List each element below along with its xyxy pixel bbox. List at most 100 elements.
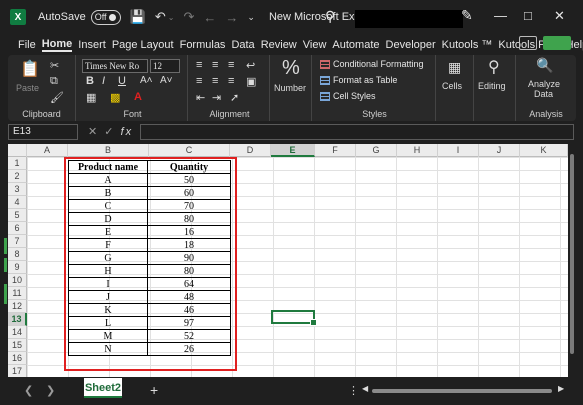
- sheet-tab-active[interactable]: Sheet2: [84, 378, 122, 398]
- tab-formulas[interactable]: Formulas: [180, 39, 226, 51]
- fx-icon[interactable]: fx: [121, 126, 134, 138]
- row-header[interactable]: 2: [8, 170, 27, 183]
- row-header[interactable]: 1: [8, 157, 27, 170]
- column-header[interactable]: F: [315, 144, 356, 157]
- align-center-icon[interactable]: ≡: [212, 75, 218, 87]
- undo-icon[interactable]: ↶: [155, 9, 166, 25]
- percent-icon[interactable]: %: [282, 57, 300, 80]
- scroll-right-icon[interactable]: ▶: [558, 384, 564, 393]
- number-label[interactable]: Number: [274, 83, 306, 93]
- column-header[interactable]: D: [230, 144, 271, 157]
- align-left-icon[interactable]: ≡: [196, 75, 202, 87]
- column-header[interactable]: I: [438, 144, 479, 157]
- redo-icon[interactable]: ↷: [184, 9, 195, 25]
- row-header[interactable]: 8: [8, 248, 27, 261]
- vertical-scrollbar[interactable]: [568, 144, 576, 377]
- align-right-icon[interactable]: ≡: [228, 75, 234, 87]
- maximize-icon[interactable]: □: [524, 8, 532, 23]
- editing-label[interactable]: Editing: [478, 81, 506, 91]
- row-header[interactable]: 17: [8, 365, 27, 377]
- row-header[interactable]: 5: [8, 209, 27, 222]
- increase-indent-icon[interactable]: ⇥: [212, 91, 221, 104]
- column-header[interactable]: J: [479, 144, 520, 157]
- tab-insert[interactable]: Insert: [78, 39, 106, 51]
- horizontal-scrollbar[interactable]: ◀ ▶: [362, 384, 567, 395]
- cells-label[interactable]: Cells: [442, 81, 462, 91]
- row-header[interactable]: 14: [8, 326, 27, 339]
- select-all-corner[interactable]: [8, 144, 27, 157]
- font-size-select[interactable]: 12: [150, 59, 180, 73]
- conditional-formatting-button[interactable]: Conditional Formatting: [320, 59, 424, 69]
- align-middle-icon[interactable]: ≡: [212, 59, 218, 71]
- enter-icon[interactable]: ✓: [104, 126, 115, 138]
- wrap-text-icon[interactable]: ↩: [246, 59, 255, 72]
- row-header[interactable]: 7: [8, 235, 27, 248]
- horizontal-scroll-thumb[interactable]: [372, 389, 552, 393]
- bold-button[interactable]: B: [86, 75, 94, 87]
- font-name-select[interactable]: Times New Ro: [82, 59, 148, 73]
- paste-icon[interactable]: 📋: [20, 59, 40, 79]
- tab-view[interactable]: View: [303, 39, 327, 51]
- column-header-selected[interactable]: E: [271, 144, 315, 157]
- row-header-selected[interactable]: 13: [8, 313, 27, 326]
- formula-input[interactable]: [140, 124, 574, 140]
- row-header[interactable]: 11: [8, 287, 27, 300]
- customize-toolbar-icon[interactable]: ⌄: [247, 12, 255, 23]
- pen-icon[interactable]: ✎: [461, 7, 473, 24]
- active-cell-e13[interactable]: [271, 310, 317, 326]
- underline-button[interactable]: U: [118, 75, 126, 87]
- editing-search-icon[interactable]: ⚲: [488, 57, 500, 77]
- align-top-icon[interactable]: ≡: [196, 59, 202, 71]
- forward-icon[interactable]: →: [225, 10, 238, 25]
- decrease-indent-icon[interactable]: ⇤: [196, 91, 205, 104]
- comments-button[interactable]: [519, 36, 537, 50]
- copy-icon[interactable]: ⧉: [50, 75, 58, 88]
- cut-icon[interactable]: ✂: [50, 59, 59, 72]
- autosave-toggle[interactable]: Off: [90, 9, 121, 25]
- share-button[interactable]: [543, 36, 571, 50]
- name-box[interactable]: E13: [8, 124, 78, 140]
- undo-dropdown-icon[interactable]: ⌄: [168, 13, 175, 22]
- format-as-table-button[interactable]: Format as Table: [320, 75, 397, 85]
- format-painter-icon[interactable]: 🖌: [50, 91, 64, 104]
- excel-logo-icon[interactable]: X: [10, 9, 26, 25]
- fill-color-icon[interactable]: ▩: [110, 91, 120, 104]
- prev-sheet-icon[interactable]: ❮: [24, 384, 33, 397]
- back-icon[interactable]: ←: [203, 10, 216, 25]
- column-header[interactable]: K: [520, 144, 568, 157]
- column-header[interactable]: B: [68, 144, 149, 157]
- tab-automate[interactable]: Automate: [332, 39, 379, 51]
- merge-center-icon[interactable]: ▣: [246, 75, 256, 88]
- more-options-icon[interactable]: ⋮: [348, 384, 359, 397]
- analyze-label-2[interactable]: Data: [534, 89, 553, 99]
- save-icon[interactable]: 💾: [130, 9, 146, 25]
- next-sheet-icon[interactable]: ❯: [46, 384, 55, 397]
- row-header[interactable]: 3: [8, 183, 27, 196]
- tab-data[interactable]: Data: [231, 39, 254, 51]
- orientation-icon[interactable]: ➚: [230, 91, 239, 104]
- worksheet-grid[interactable]: A B C D E F G H I J K 1 2 3 4 5 6 7 8 9 …: [8, 144, 568, 377]
- borders-icon[interactable]: ▦: [86, 91, 96, 104]
- tab-page-layout[interactable]: Page Layout: [112, 39, 174, 51]
- tab-review[interactable]: Review: [261, 39, 297, 51]
- shrink-font-button[interactable]: A˅: [160, 75, 173, 86]
- tab-home[interactable]: Home: [41, 38, 73, 52]
- row-header[interactable]: 16: [8, 352, 27, 365]
- column-header[interactable]: G: [356, 144, 397, 157]
- cell-styles-button[interactable]: Cell Styles: [320, 91, 376, 101]
- paste-label[interactable]: Paste: [16, 83, 39, 93]
- row-header[interactable]: 15: [8, 339, 27, 352]
- column-header[interactable]: H: [397, 144, 438, 157]
- analyze-label-1[interactable]: Analyze: [528, 79, 560, 89]
- italic-button[interactable]: I: [102, 75, 105, 87]
- add-sheet-button[interactable]: +: [150, 382, 158, 398]
- align-bottom-icon[interactable]: ≡: [228, 59, 234, 71]
- row-header[interactable]: 9: [8, 261, 27, 274]
- row-header[interactable]: 10: [8, 274, 27, 287]
- column-header[interactable]: C: [149, 144, 230, 157]
- tab-kutools[interactable]: Kutools ™: [442, 39, 493, 51]
- search-icon[interactable]: ⚲: [325, 8, 335, 25]
- vertical-scroll-thumb[interactable]: [570, 154, 574, 354]
- row-header[interactable]: 6: [8, 222, 27, 235]
- font-color-icon[interactable]: A: [134, 91, 142, 103]
